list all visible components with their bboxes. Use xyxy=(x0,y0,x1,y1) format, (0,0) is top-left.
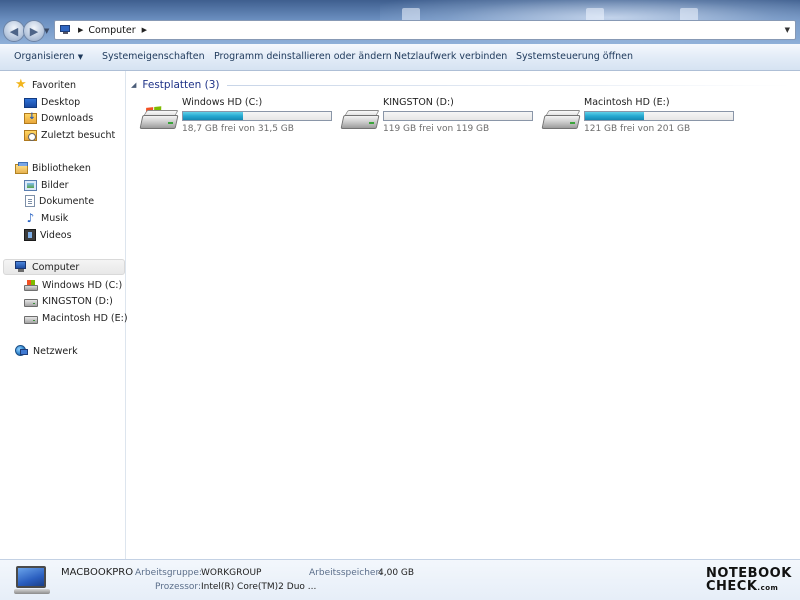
sidebar-item-pictures[interactable]: Bilder xyxy=(24,177,69,193)
drive-tile-e[interactable]: Macintosh HD (E:) 121 GB frei von 201 GB xyxy=(541,97,742,137)
sidebar-item-music[interactable]: ♪ Musik xyxy=(24,210,69,226)
content-pane: ◢ Festplatten (3) Windows HD (C:) 18,7 G… xyxy=(127,71,800,559)
sidebar-item-drive-c[interactable]: Windows HD (C:) xyxy=(24,277,122,293)
command-bar: Organisieren ▼ Systemeigenschaften Progra… xyxy=(0,44,800,71)
drive-usage-bar xyxy=(584,111,734,121)
breadcrumb-chevron-icon[interactable]: ▶ xyxy=(78,26,83,34)
watermark-suffix: .com xyxy=(757,584,779,592)
sidebar-item-favorites[interactable]: ★ Favoriten xyxy=(15,77,76,93)
sidebar-item-label: Desktop xyxy=(41,96,81,108)
sidebar-item-label: Musik xyxy=(41,212,69,224)
sidebar-item-label: Macintosh HD (E:) xyxy=(42,312,128,324)
window-title-bar: ◀ ▶ ▼ ▶ Computer ▶ ▼ xyxy=(0,0,800,44)
network-icon xyxy=(15,345,29,357)
drive-name: KINGSTON (D:) xyxy=(383,97,454,108)
chevron-down-icon: ▼ xyxy=(77,53,84,61)
workgroup-label: Arbeitsgruppe: xyxy=(135,568,202,578)
workgroup-value: WORKGROUP xyxy=(201,568,262,578)
forward-button[interactable]: ▶ xyxy=(23,20,45,42)
arrow-right-icon: ▶ xyxy=(29,24,39,38)
sidebar-item-label: Favoriten xyxy=(32,79,76,91)
computer-monitor-icon xyxy=(14,566,50,596)
sidebar-item-desktop[interactable]: Desktop xyxy=(24,94,80,110)
documents-icon xyxy=(25,195,35,207)
collapse-triangle-icon[interactable]: ◢ xyxy=(131,81,136,89)
watermark-line2: CHECK xyxy=(706,579,758,594)
sidebar-item-label: Zuletzt besucht xyxy=(41,129,116,141)
sidebar-item-label: Bibliotheken xyxy=(32,162,91,174)
sidebar-item-videos[interactable]: Videos xyxy=(24,227,72,243)
star-icon: ★ xyxy=(15,77,27,92)
group-divider xyxy=(227,85,791,86)
videos-icon xyxy=(24,229,36,241)
hard-drive-icon xyxy=(541,107,582,137)
group-header-hard-drives[interactable]: ◢ Festplatten (3) xyxy=(131,78,791,92)
windows-drive-icon xyxy=(24,279,38,291)
drive-tile-d[interactable]: KINGSTON (D:) 119 GB frei von 119 GB xyxy=(340,97,541,137)
navigation-pane: ★ Favoriten Desktop Downloads Zuletzt be… xyxy=(0,71,128,559)
uninstall-program-button[interactable]: Programm deinstallieren oder ändern xyxy=(214,51,392,62)
sidebar-item-label: Computer xyxy=(32,261,80,273)
drive-name: Macintosh HD (E:) xyxy=(584,97,670,108)
hard-drive-icon xyxy=(24,298,38,307)
sidebar-item-label: KINGSTON (D:) xyxy=(42,295,113,307)
sidebar-item-libraries[interactable]: Bibliotheken xyxy=(15,160,91,176)
sidebar-item-computer[interactable]: Computer xyxy=(3,259,125,275)
drive-tile-c[interactable]: Windows HD (C:) 18,7 GB frei von 31,5 GB xyxy=(139,97,340,137)
drive-usage-bar xyxy=(383,111,533,121)
hard-drive-icon xyxy=(340,107,381,137)
libraries-icon xyxy=(15,161,28,174)
map-network-drive-button[interactable]: Netzlaufwerk verbinden xyxy=(394,51,507,62)
processor-value: Intel(R) Core(TM)2 Duo ... xyxy=(201,582,317,592)
drive-free-space: 119 GB frei von 119 GB xyxy=(383,124,490,134)
desktop-icon xyxy=(24,97,37,108)
arrow-left-icon: ◀ xyxy=(9,24,19,38)
address-history-dropdown-icon[interactable]: ▼ xyxy=(785,26,790,34)
sidebar-item-recent-places[interactable]: Zuletzt besucht xyxy=(24,127,115,143)
sidebar-item-label: Bilder xyxy=(41,179,69,191)
sidebar-item-label: Windows HD (C:) xyxy=(42,279,123,291)
details-pane: MACBOOKPRO Arbeitsgruppe: WORKGROUP Arbe… xyxy=(0,559,800,600)
sidebar-item-label: Videos xyxy=(40,229,72,241)
recent-pages-dropdown-icon[interactable]: ▼ xyxy=(44,27,49,35)
sidebar-item-network[interactable]: Netzwerk xyxy=(15,343,78,359)
memory-value: 4,00 GB xyxy=(378,568,415,578)
downloads-folder-icon xyxy=(24,112,37,124)
organize-menu-button[interactable]: Organisieren ▼ xyxy=(14,51,83,62)
computer-icon xyxy=(15,261,28,273)
open-control-panel-button[interactable]: Systemsteuerung öffnen xyxy=(516,51,633,62)
back-button[interactable]: ◀ xyxy=(3,20,25,42)
breadcrumb-computer[interactable]: Computer xyxy=(88,25,135,36)
sidebar-item-label: Downloads xyxy=(41,112,94,124)
organize-label: Organisieren xyxy=(14,51,75,62)
sidebar-item-downloads[interactable]: Downloads xyxy=(24,110,93,126)
computer-name: MACBOOKPRO xyxy=(61,567,134,578)
music-icon: ♪ xyxy=(26,211,35,225)
address-bar[interactable]: ▶ Computer ▶ ▼ xyxy=(54,20,796,40)
sidebar-item-documents[interactable]: Dokumente xyxy=(24,193,94,209)
notebookcheck-watermark: NOTEBOOK CHECK.com xyxy=(706,567,796,597)
sidebar-item-label: Dokumente xyxy=(39,195,95,207)
drive-name: Windows HD (C:) xyxy=(182,97,263,108)
group-title: Festplatten (3) xyxy=(142,79,220,91)
processor-label: Prozessor: xyxy=(155,582,201,592)
drive-free-space: 121 GB frei von 201 GB xyxy=(584,124,691,134)
windows-drive-icon xyxy=(139,106,180,137)
computer-icon xyxy=(60,25,72,35)
sidebar-item-drive-d[interactable]: KINGSTON (D:) xyxy=(24,293,113,309)
sidebar-item-label: Netzwerk xyxy=(33,345,78,357)
pictures-icon xyxy=(24,179,37,191)
system-properties-button[interactable]: Systemeigenschaften xyxy=(102,51,205,62)
memory-label: Arbeitsspeicher: xyxy=(309,568,383,578)
drive-usage-fill xyxy=(585,112,644,120)
sidebar-item-drive-e[interactable]: Macintosh HD (E:) xyxy=(24,310,128,326)
recent-places-icon xyxy=(24,129,37,141)
hard-drive-icon xyxy=(24,315,38,324)
breadcrumb-chevron-icon[interactable]: ▶ xyxy=(142,26,147,34)
drive-usage-bar xyxy=(182,111,332,121)
drive-free-space: 18,7 GB frei von 31,5 GB xyxy=(182,124,294,134)
drive-usage-fill xyxy=(183,112,244,120)
